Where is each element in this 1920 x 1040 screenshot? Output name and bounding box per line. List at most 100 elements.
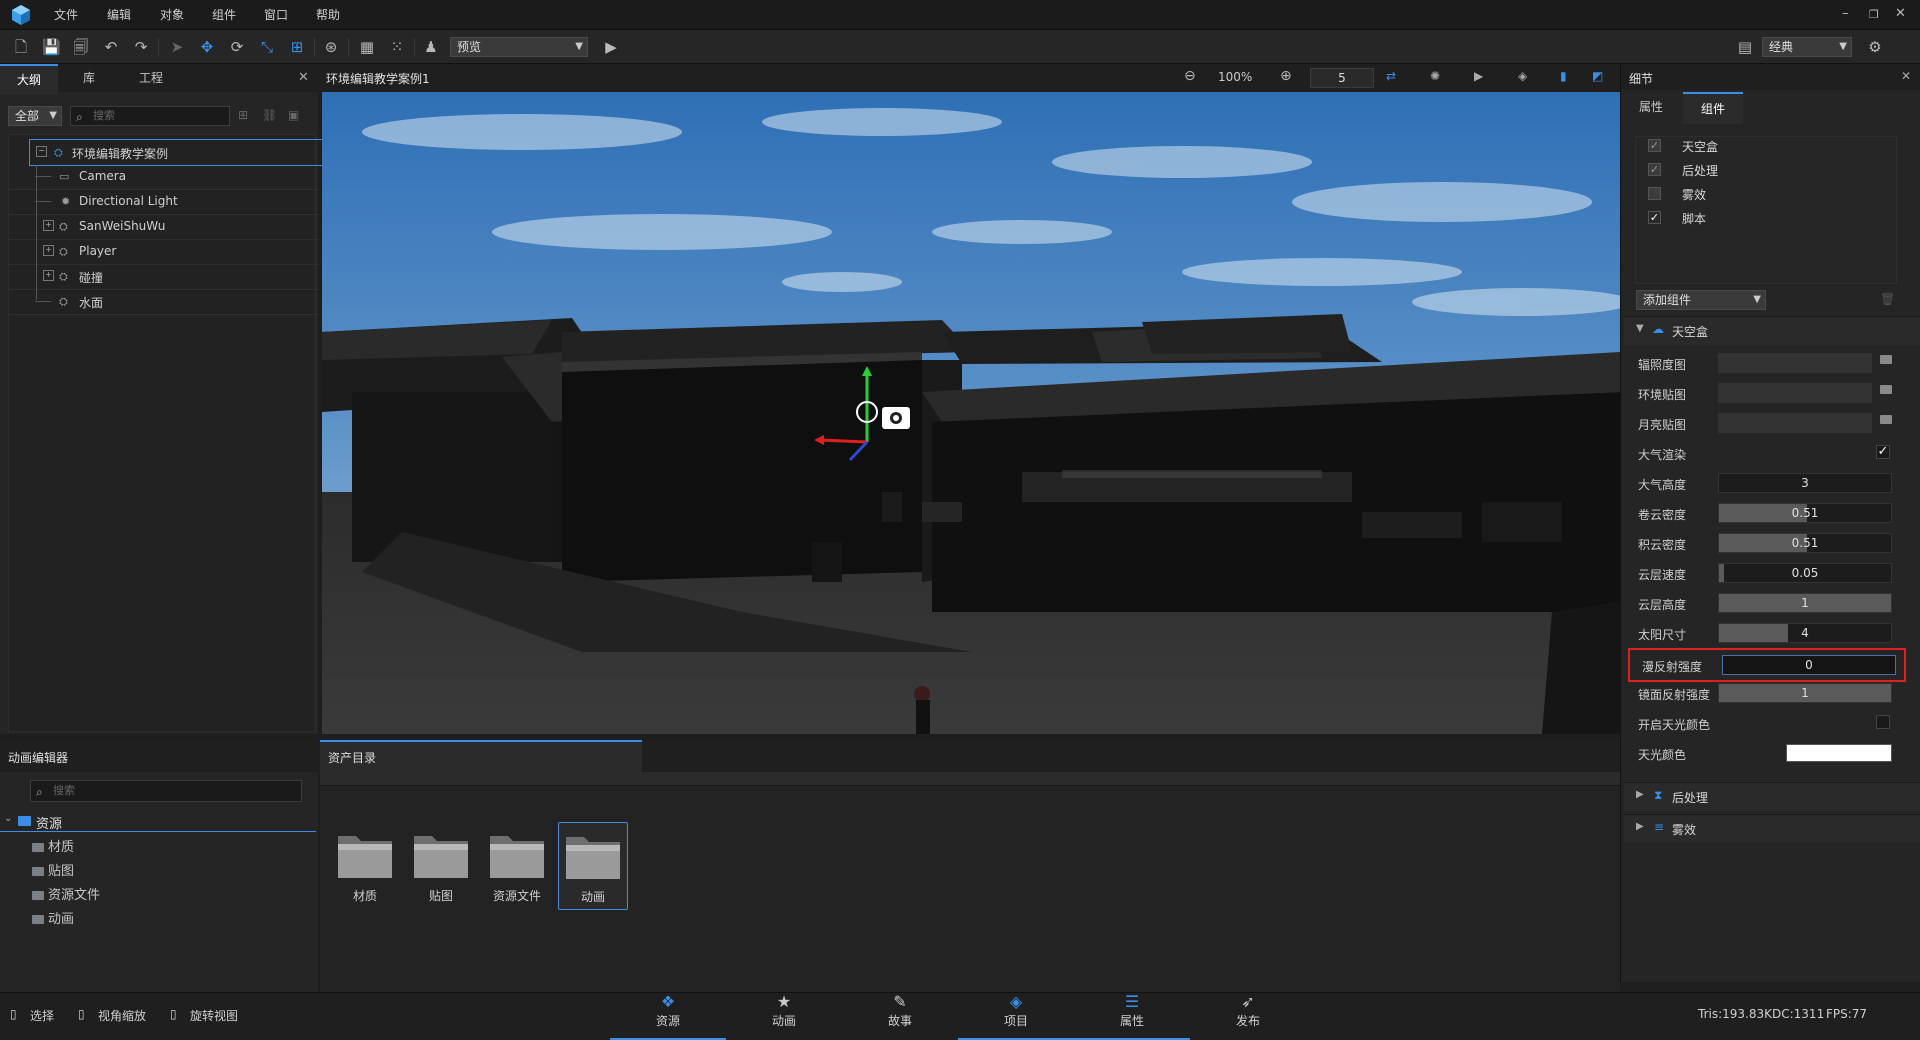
settings-gear-icon[interactable]: ⚙ (1866, 38, 1884, 56)
tree-row-collision[interactable]: + ⛭ 碰撞 (9, 264, 319, 290)
bottom-tab-animation[interactable]: ★ 动画 (726, 982, 842, 1038)
camera-toggle-icon[interactable]: ▶ (1474, 69, 1483, 83)
menu-help[interactable]: 帮助 (316, 6, 340, 23)
section-skybox-header[interactable]: ▼ ☁ 天空盒 (1624, 316, 1920, 345)
asset-folder[interactable]: 资源文件 (482, 822, 552, 910)
add-component-dropdown[interactable]: 添加组件 ▼ (1636, 290, 1766, 310)
menu-object[interactable]: 对象 (160, 6, 184, 23)
tab-components[interactable]: 组件 (1683, 92, 1743, 124)
new-file-icon[interactable]: 🗋 (12, 38, 30, 56)
expand-icon[interactable]: + (43, 245, 54, 256)
move-tool-icon[interactable]: ✥ (198, 38, 216, 56)
sync-view-icon[interactable]: ⇄ (1386, 69, 1396, 83)
property-slider[interactable]: 4 (1718, 623, 1892, 643)
tab-properties[interactable]: 属性 (1623, 92, 1679, 122)
component-checkbox[interactable]: ✓ (1648, 139, 1661, 152)
zoom-out-icon[interactable]: ⊖ (1184, 68, 1196, 84)
bottom-tab-properties[interactable]: ☰ 属性 (1074, 982, 1190, 1040)
property-number-field[interactable]: 0 (1722, 655, 1896, 675)
tree-item-texture[interactable]: 贴图 (32, 860, 74, 882)
outline-search-input[interactable]: ⌕ 搜索 (70, 106, 230, 126)
property-slider[interactable]: 0.51 (1718, 533, 1892, 553)
tab-asset-directory[interactable]: 资产目录 (320, 740, 642, 772)
tree-filter-icon[interactable]: ⊞ (238, 108, 248, 122)
expand-icon[interactable]: + (43, 220, 54, 231)
component-checkbox[interactable] (1648, 187, 1661, 200)
asset-folder[interactable]: 动画 (558, 822, 628, 910)
tree-item-resource-files[interactable]: 资源文件 (32, 884, 100, 906)
menu-window[interactable]: 窗口 (264, 6, 288, 23)
undo-icon[interactable]: ↶ (102, 38, 120, 56)
section-fog-header[interactable]: ▶ ≡ 雾效 (1624, 814, 1920, 843)
preview-mode-dropdown[interactable]: 预览 ▼ (450, 37, 588, 57)
tree-item-material[interactable]: 材质 (32, 836, 74, 858)
component-row-skybox[interactable]: ✓ 天空盒 (1636, 134, 1896, 158)
layout-mode-dropdown[interactable]: 经典 ▼ (1762, 37, 1852, 57)
layout-icon[interactable]: ▤ (1736, 38, 1754, 56)
redo-icon[interactable]: ↷ (132, 38, 150, 56)
minimize-icon[interactable]: – (1842, 6, 1849, 21)
animation-search-input[interactable]: ⌕ 搜索 (30, 780, 302, 802)
property-slider[interactable]: 0.05 (1718, 563, 1892, 583)
world-space-icon[interactable]: ⊛ (322, 38, 340, 56)
folder-browse-icon[interactable] (1880, 355, 1892, 364)
property-checkbox[interactable] (1876, 715, 1890, 729)
property-slider[interactable]: 0.51 (1718, 503, 1892, 523)
tree-row-camera[interactable]: ▭ Camera (9, 164, 319, 190)
shading-icon[interactable]: ◩ (1592, 69, 1603, 83)
save-all-icon[interactable]: 🗐 (72, 38, 90, 56)
texture-slot-field[interactable] (1718, 383, 1872, 403)
bottom-tab-publish[interactable]: ➶ 发布 (1190, 982, 1306, 1038)
link-icon[interactable]: ⛓ (262, 108, 277, 122)
select-tool-icon[interactable]: ➤ (168, 38, 186, 56)
tab-library[interactable]: 库 (60, 64, 118, 92)
bottom-tab-project[interactable]: ◈ 项目 (958, 982, 1074, 1040)
texture-slot-field[interactable] (1718, 413, 1872, 433)
tree-item-animation[interactable]: 动画 (32, 908, 74, 930)
play-icon[interactable]: ▶ (602, 38, 620, 56)
component-checkbox[interactable]: ✓ (1648, 211, 1661, 224)
grid-icon[interactable]: ▦ (358, 38, 376, 56)
tree-row-sanweishuwu[interactable]: + ⛭ SanWeiShuWu (9, 214, 319, 240)
asset-folder[interactable]: 材质 (330, 822, 400, 910)
asset-folder[interactable]: 贴图 (406, 822, 476, 910)
collapse-icon[interactable]: − (36, 146, 47, 157)
light-toggle-icon[interactable]: ✺ (1430, 69, 1440, 83)
player-icon[interactable]: ♟ (422, 38, 440, 56)
rotate-tool-icon[interactable]: ⟳ (228, 38, 246, 56)
tree-row-root[interactable]: − ⛭ 环境编辑教学案例 (29, 139, 325, 166)
tree-row-water[interactable]: ⛭ 水面 (9, 289, 319, 315)
property-number-field[interactable]: 3 (1718, 473, 1892, 493)
hierarchy-icon[interactable]: ▣ (288, 108, 299, 122)
restore-icon[interactable]: ❐ (1869, 8, 1879, 21)
bottom-tab-assets[interactable]: ❖ 资源 (610, 982, 726, 1040)
tree-root-assets[interactable]: ⌄ 资源 (0, 810, 316, 832)
menu-file[interactable]: 文件 (54, 6, 78, 23)
component-row-postprocess[interactable]: ✓ 后处理 (1636, 158, 1896, 182)
tab-project[interactable]: 工程 (120, 64, 182, 92)
component-row-script[interactable]: ✓ 脚本 (1636, 206, 1896, 230)
perspective-icon[interactable]: ▮ (1560, 69, 1567, 83)
bottom-tab-story[interactable]: ✎ 故事 (842, 982, 958, 1038)
folder-browse-icon[interactable] (1880, 415, 1892, 424)
color-swatch[interactable] (1786, 744, 1892, 762)
close-panel-icon[interactable]: ✕ (1901, 69, 1911, 83)
texture-slot-field[interactable] (1718, 353, 1872, 373)
menu-edit[interactable]: 编辑 (107, 6, 131, 23)
cube-view-icon[interactable]: ◈ (1518, 69, 1527, 83)
section-postprocess-header[interactable]: ▶ ⧗ 后处理 (1624, 782, 1920, 811)
trash-icon[interactable]: 🗑 (1880, 292, 1895, 306)
property-checkbox[interactable]: ✓ (1876, 445, 1890, 459)
folder-browse-icon[interactable] (1880, 385, 1892, 394)
tree-row-directional-light[interactable]: ✹ Directional Light (9, 189, 319, 215)
menu-component[interactable]: 组件 (212, 6, 236, 23)
zoom-in-icon[interactable]: ⊕ (1280, 68, 1292, 84)
expand-icon[interactable]: + (43, 270, 54, 281)
pivot-tool-icon[interactable]: ⊞ (288, 38, 306, 56)
snap-grid-icon[interactable]: ⁙ (388, 38, 406, 56)
scale-tool-icon[interactable]: ⤡ (258, 38, 276, 56)
tree-row-player[interactable]: + ⛭ Player (9, 239, 319, 265)
outline-filter-dropdown[interactable]: 全部 ▼ (8, 106, 62, 126)
close-window-icon[interactable]: ✕ (1895, 6, 1906, 21)
camera-speed-field[interactable]: 5 (1310, 68, 1374, 88)
